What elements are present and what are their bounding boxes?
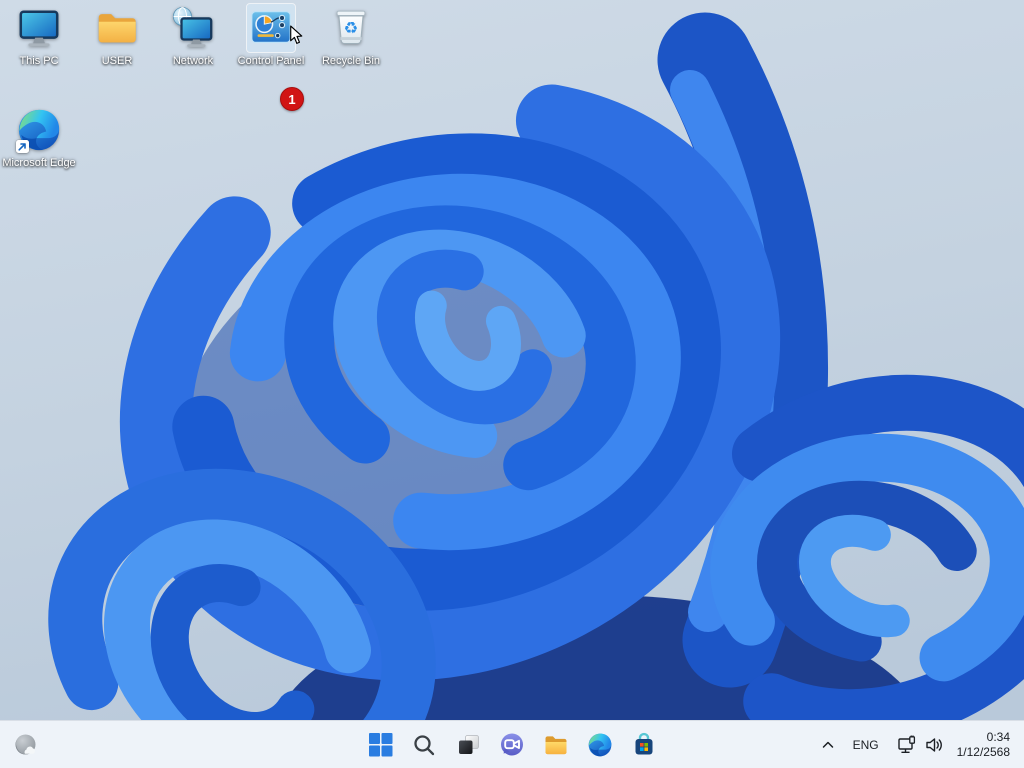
desktop-icon-label: Recycle Bin <box>321 55 381 67</box>
desktop-icon-label: Microsoft Edge <box>2 157 76 169</box>
taskbar-file-explorer-button[interactable] <box>536 725 576 765</box>
clock-time: 0:34 <box>986 729 1010 744</box>
clock-date: 1/12/2568 <box>956 744 1010 759</box>
folder-icon <box>93 4 141 52</box>
taskbar-task-view-button[interactable] <box>448 725 488 765</box>
step-annotation-badge: 1 <box>280 87 304 111</box>
chevron-up-icon <box>822 741 833 748</box>
volume-speaker-icon <box>925 737 942 752</box>
desktop-icon-microsoft-edge[interactable]: Microsoft Edge <box>2 106 76 170</box>
taskbar: ENG 0:34 1/12/2568 <box>0 720 1024 768</box>
taskbar-search-button[interactable] <box>404 725 444 765</box>
windows-start-icon <box>368 733 392 757</box>
desktop-icon-user-folder[interactable]: USER <box>80 4 154 68</box>
desktop[interactable]: This PC USER Network Control Panel ♻ Rec… <box>0 0 1024 768</box>
desktop-icon-network[interactable]: Network <box>156 4 230 68</box>
desktop-icon-label: This PC <box>19 55 59 67</box>
edge-icon <box>15 106 63 154</box>
microsoft-store-icon <box>635 732 653 754</box>
taskbar-clock[interactable]: 0:34 1/12/2568 <box>951 725 1020 765</box>
search-icon <box>414 734 435 755</box>
tray-language-indicator[interactable]: ENG <box>842 727 890 763</box>
taskbar-store-button[interactable] <box>624 725 664 765</box>
svg-text:♻: ♻ <box>344 18 359 37</box>
recycle-bin-icon: ♻ <box>327 4 375 52</box>
this-pc-icon <box>15 4 63 52</box>
desktop-icon-label: Control Panel <box>237 55 305 67</box>
control-panel-icon <box>246 3 303 53</box>
task-view-icon <box>458 735 479 754</box>
network-icon <box>169 4 217 52</box>
desktop-icon-label: USER <box>101 55 133 67</box>
shortcut-arrow-icon <box>16 140 29 153</box>
wallpaper-bloom <box>0 0 1024 768</box>
taskbar-start-button[interactable] <box>360 725 400 765</box>
taskbar-widgets-button[interactable] <box>9 725 43 765</box>
desktop-icon-label: Network <box>172 55 214 67</box>
network-ethernet-icon <box>897 734 915 753</box>
desktop-icon-this-pc[interactable]: This PC <box>2 4 76 68</box>
desktop-icon-recycle-bin[interactable]: ♻ Recycle Bin <box>314 4 388 68</box>
file-explorer-icon <box>545 735 567 754</box>
mouse-cursor-icon <box>290 25 303 44</box>
taskbar-chat-button[interactable] <box>492 725 532 765</box>
chat-teams-icon <box>501 733 523 755</box>
desktop-icon-control-panel[interactable]: Control Panel <box>234 3 308 68</box>
edge-icon <box>588 733 612 756</box>
taskbar-edge-button[interactable] <box>580 725 620 765</box>
tray-network-volume-button[interactable] <box>890 727 951 763</box>
widgets-weather-icon <box>15 734 36 754</box>
tray-show-hidden-icons-button[interactable] <box>814 727 842 763</box>
